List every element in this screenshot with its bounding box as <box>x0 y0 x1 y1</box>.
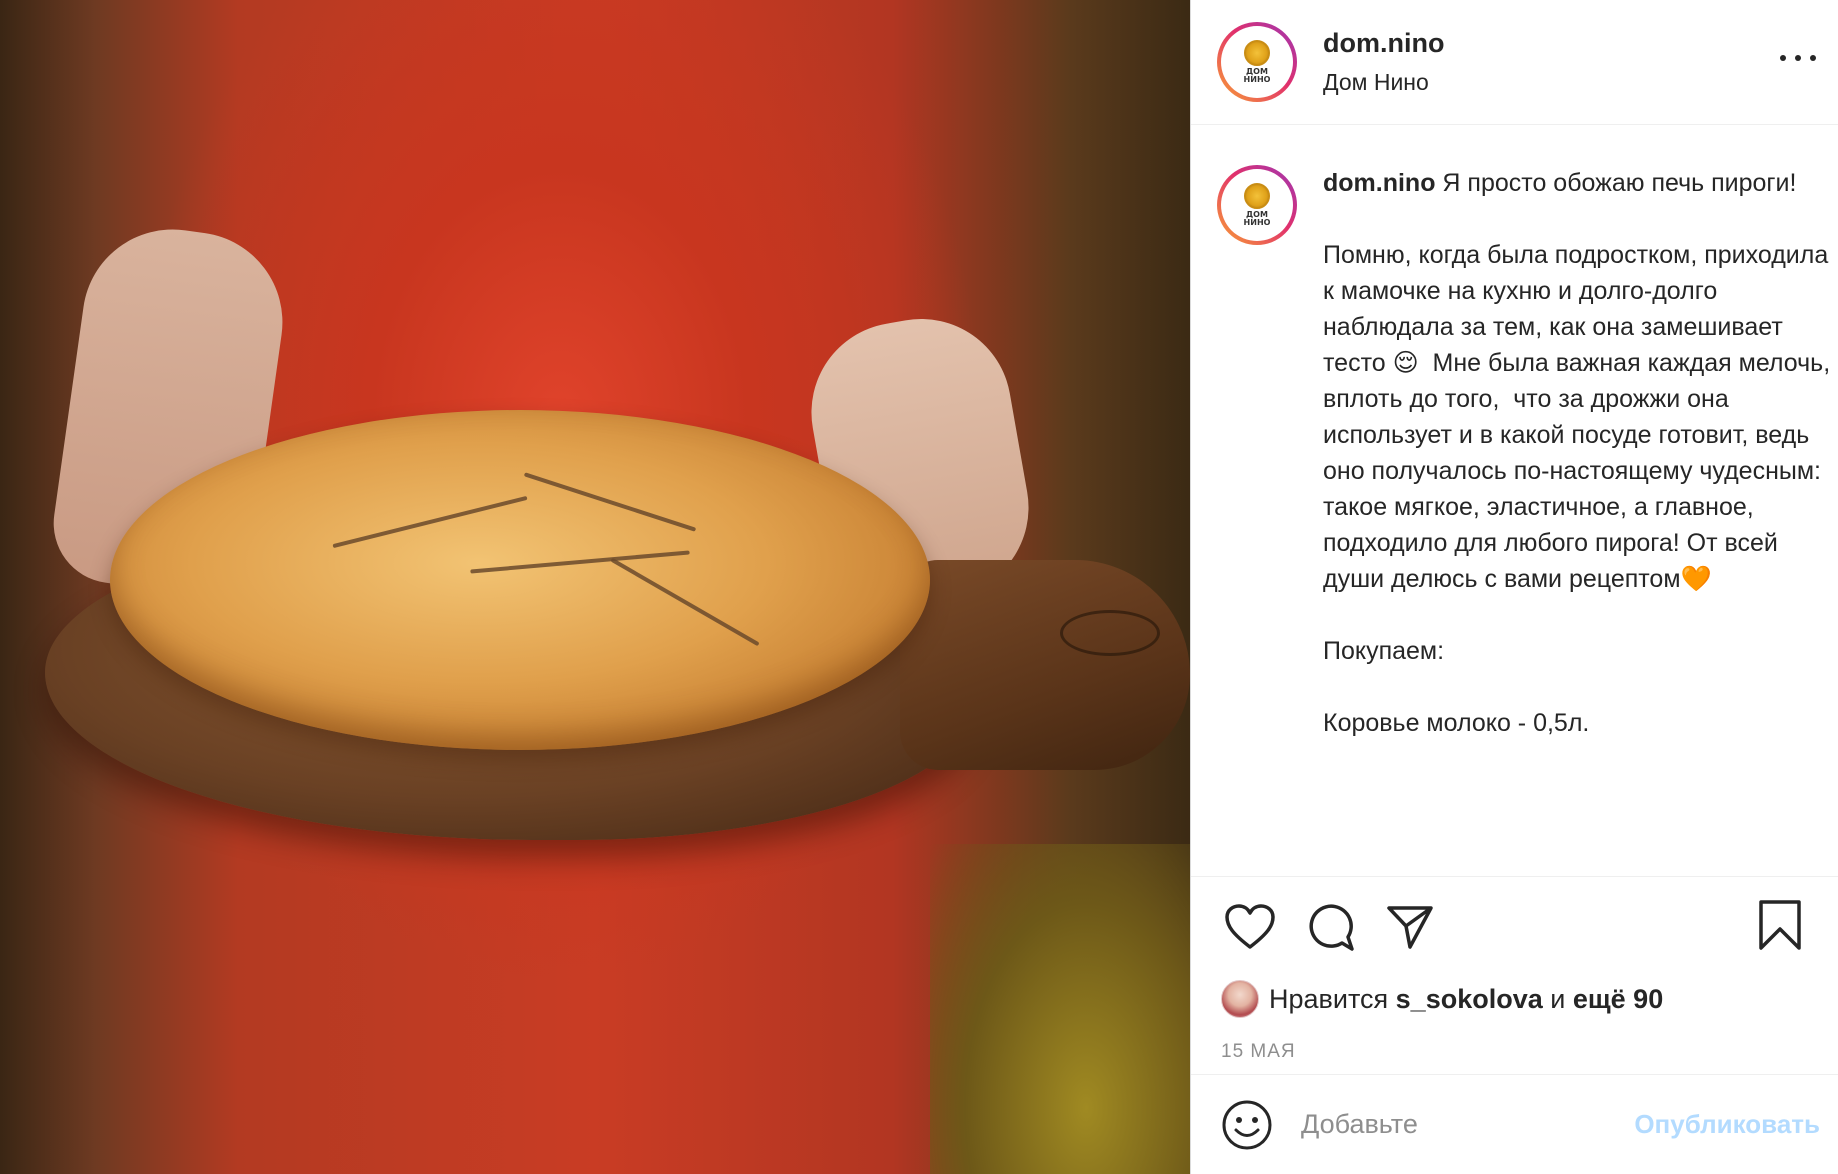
post-header: ДОМ НИНО dom.nino Дом Нино <box>1191 0 1838 125</box>
post-sidebar: ДОМ НИНО dom.nino Дом Нино ДОМ НИНО dom.… <box>1190 0 1838 1174</box>
post-date[interactable]: 15 МАЯ <box>1191 1041 1838 1069</box>
post-photo[interactable] <box>0 0 1190 1174</box>
caption-text: dom.nino Я просто обожаю печь пироги! По… <box>1323 165 1833 876</box>
avatar-inner: ДОМ НИНО <box>1221 169 1293 241</box>
photo-floor <box>930 844 1190 1174</box>
likes-conj: и <box>1550 983 1566 1014</box>
action-bar <box>1191 877 1838 977</box>
heart-icon[interactable] <box>1221 898 1279 956</box>
more-horizontal-icon[interactable] <box>1780 48 1816 68</box>
caption-body: Я просто обожаю печь пироги! Помню, когд… <box>1323 169 1831 737</box>
bookmark-icon[interactable] <box>1758 899 1810 957</box>
logo-text: ДОМ НИНО <box>1243 210 1271 227</box>
comment-bar: Опубликовать <box>1191 1074 1838 1174</box>
avatar[interactable]: ДОМ НИНО <box>1217 22 1297 102</box>
publish-button[interactable]: Опубликовать <box>1634 1109 1820 1140</box>
avatar-inner: ДОМ НИНО <box>1221 26 1293 98</box>
dom-nino-logo: ДОМ НИНО <box>1226 31 1288 93</box>
photo-pie <box>110 410 930 750</box>
caption-avatar[interactable]: ДОМ НИНО <box>1217 165 1297 245</box>
header-names: dom.nino Дом Нино <box>1323 28 1444 96</box>
comment-icon[interactable] <box>1301 898 1359 956</box>
logo-text: ДОМ НИНО <box>1243 67 1271 84</box>
dom-nino-logo: ДОМ НИНО <box>1226 174 1288 236</box>
caption-area: ДОМ НИНО dom.nino Я просто обожаю печь п… <box>1191 125 1838 877</box>
likes-prefix: Нравится <box>1269 983 1389 1014</box>
liker-avatar[interactable] <box>1221 980 1259 1018</box>
caption-username-link[interactable]: dom.nino <box>1323 169 1435 197</box>
username-link[interactable]: dom.nino <box>1323 28 1444 59</box>
logo-disc <box>1244 183 1270 209</box>
likes-row: Нравится s_sokolova и ещё 90 <box>1191 977 1838 1021</box>
logo-disc <box>1244 40 1270 66</box>
location-link[interactable]: Дом Нино <box>1323 69 1444 96</box>
send-icon[interactable] <box>1381 898 1439 956</box>
photo-board-stamp <box>1060 610 1160 656</box>
comment-input[interactable] <box>1301 1109 1601 1140</box>
likes-more-link[interactable]: ещё 90 <box>1573 984 1663 1015</box>
liker-username-link[interactable]: s_sokolova <box>1396 984 1543 1015</box>
instagram-post: ДОМ НИНО dom.nino Дом Нино ДОМ НИНО dom.… <box>0 0 1838 1174</box>
smile-icon[interactable] <box>1221 1099 1273 1151</box>
photo-board-handle <box>900 560 1190 770</box>
